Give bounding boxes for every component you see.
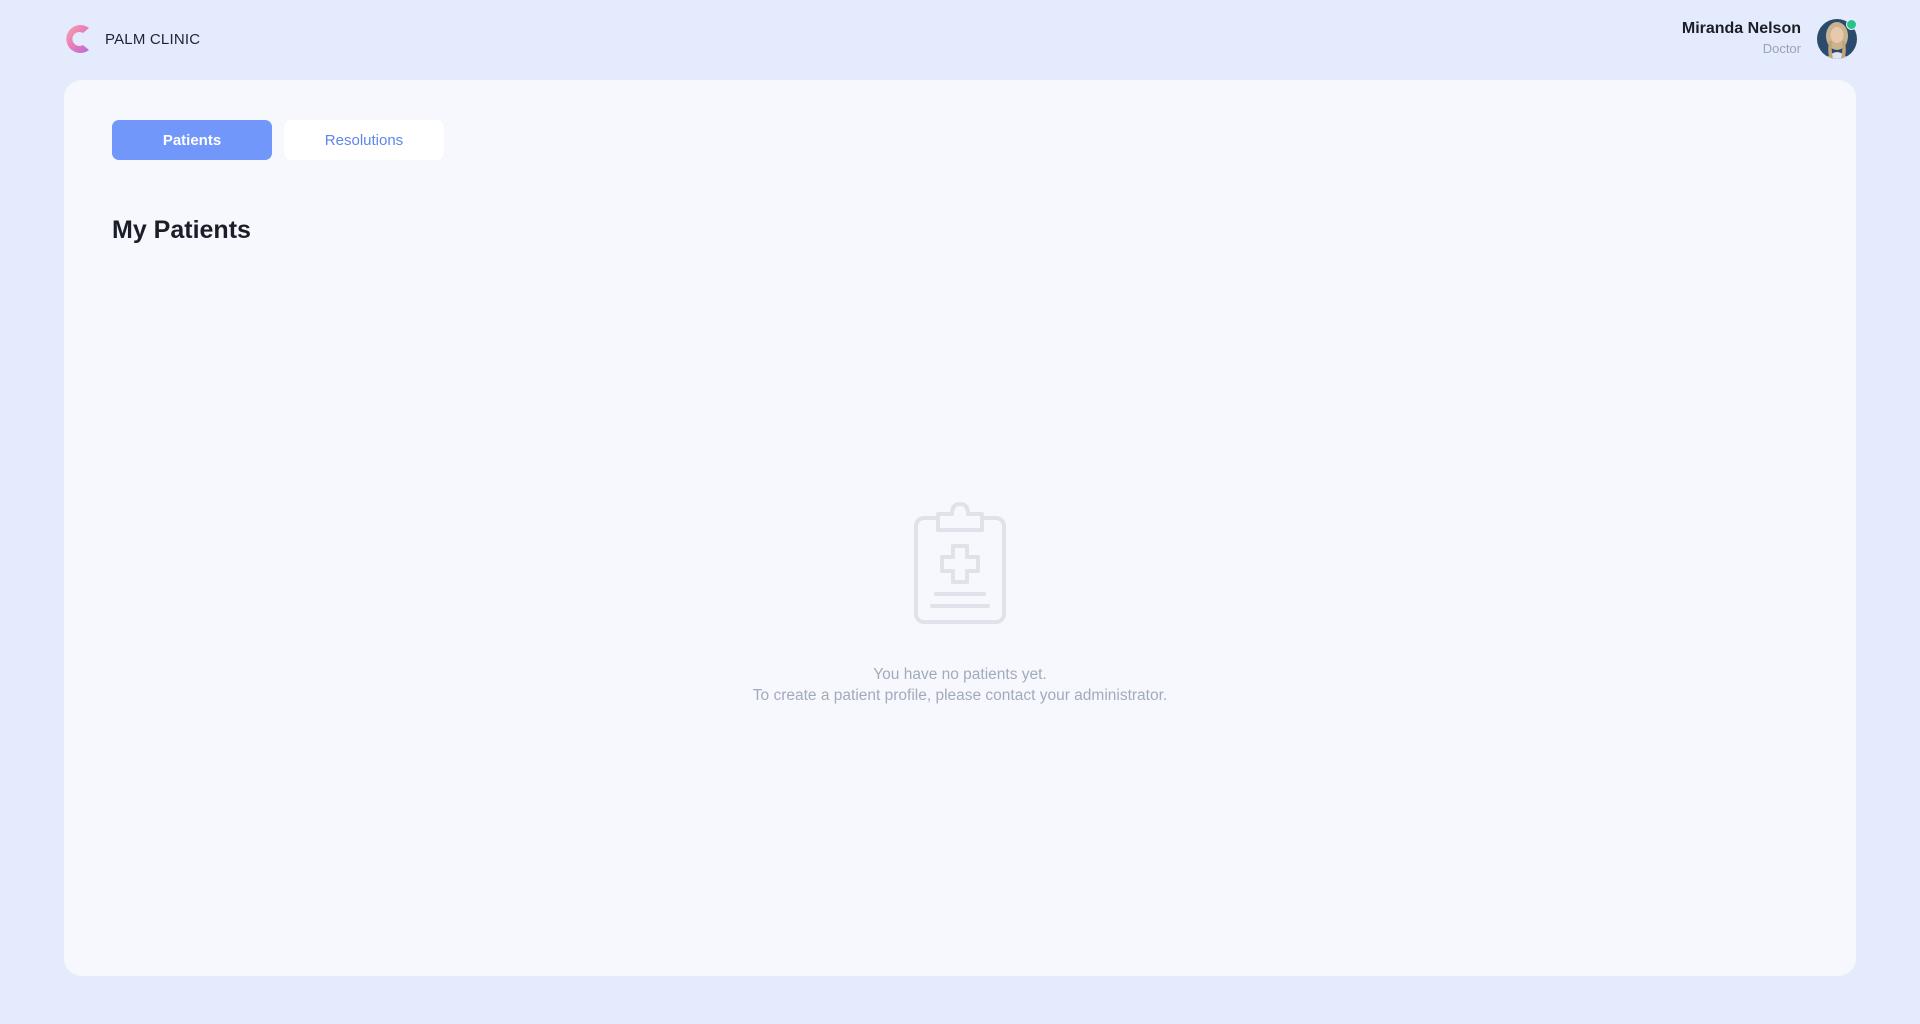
page-title: My Patients (112, 216, 251, 244)
brand[interactable]: PALM CLINIC (63, 22, 200, 56)
empty-state-line-1: You have no patients yet. (873, 666, 1047, 683)
main-card: Patients Resolutions My Patients You hav… (64, 80, 1856, 976)
user-menu[interactable]: Miranda Nelson Doctor (1682, 19, 1857, 59)
avatar[interactable] (1817, 19, 1857, 59)
brand-name: PALM CLINIC (105, 30, 201, 48)
empty-state-line-2: To create a patient profile, please cont… (752, 687, 1168, 704)
palm-clinic-logo-icon (66, 25, 89, 53)
user-info: Miranda Nelson Doctor (1682, 19, 1801, 59)
tab-bar: Patients Resolutions (112, 120, 444, 160)
tab-patients[interactable]: Patients (112, 120, 272, 160)
clipboard-medical-icon (914, 502, 1006, 624)
online-status-indicator (1846, 19, 1857, 30)
empty-state: You have no patients yet. To create a pa… (64, 502, 1856, 706)
empty-state-message: You have no patients yet. To create a pa… (64, 664, 1856, 706)
tab-resolutions[interactable]: Resolutions (284, 120, 444, 160)
user-role: Doctor (1762, 41, 1801, 56)
top-bar: PALM CLINIC Miranda Nelson Doctor (0, 0, 1920, 80)
user-name: Miranda Nelson (1681, 20, 1801, 37)
